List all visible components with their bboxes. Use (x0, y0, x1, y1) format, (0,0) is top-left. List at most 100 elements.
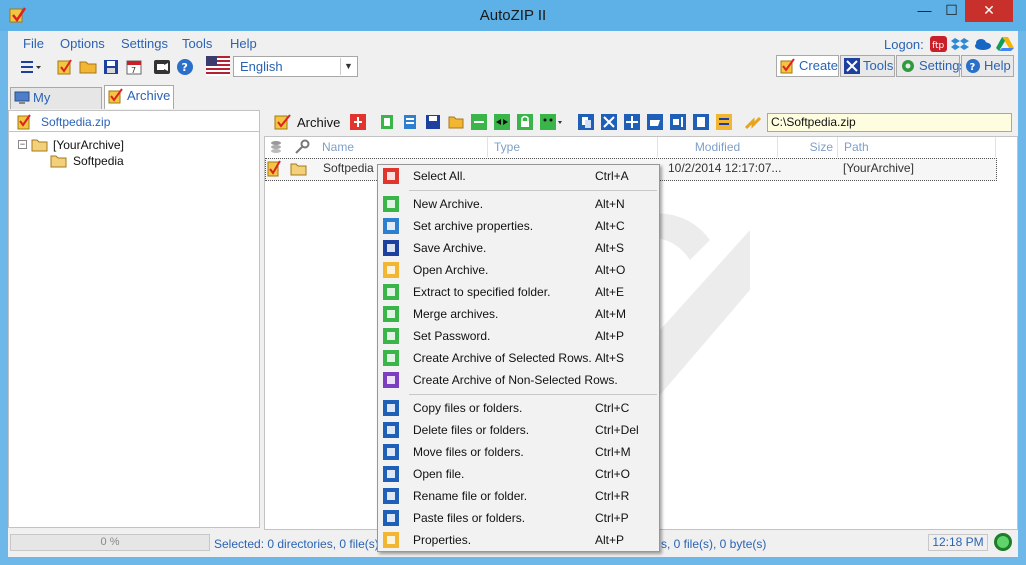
dropbox-icon[interactable] (951, 36, 969, 52)
chevron-down-icon[interactable]: ▼ (340, 58, 356, 75)
context-menu-item-label: Create Archive of Non-Selected Rows. (413, 373, 618, 387)
context-menu-item[interactable]: Properties. Alt+P (379, 529, 658, 551)
context-menu-item[interactable]: Create Archive of Non-Selected Rows. (379, 369, 658, 391)
context-menu-item-shortcut: Ctrl+Del (595, 423, 639, 437)
archive-properties-icon[interactable] (402, 114, 420, 132)
extract-icon (383, 284, 399, 300)
menu-file[interactable]: File (23, 35, 44, 53)
context-menu-item[interactable]: Open Archive. Alt+O (379, 259, 658, 281)
window-title: AutoZIP II (479, 7, 547, 24)
column-header-name[interactable]: Name (316, 137, 488, 157)
archive-path-field[interactable]: C:\Softpedia.zip (767, 113, 1012, 132)
video-icon[interactable] (153, 58, 171, 76)
stack-icon (268, 139, 284, 155)
open-folder-icon[interactable] (79, 58, 97, 76)
context-menu-item-label: New Archive. (413, 197, 484, 211)
context-menu-item[interactable]: Set archive properties. Alt+C (379, 215, 658, 237)
help-icon[interactable]: ? (176, 58, 194, 76)
merge-icon (383, 306, 399, 322)
new-archive-icon[interactable] (56, 58, 74, 76)
context-menu-item[interactable]: Delete files or folders. Ctrl+Del (379, 419, 658, 441)
menu-help[interactable]: Help (230, 35, 257, 53)
move-icon[interactable] (624, 114, 642, 132)
svg-text:?: ? (182, 61, 188, 74)
list-view-icon[interactable] (20, 58, 41, 76)
merge-icon[interactable] (494, 114, 512, 132)
context-menu-item-label: Save Archive. (413, 241, 487, 255)
delete-icon (383, 422, 399, 438)
column-header-modified[interactable]: Modified (658, 137, 778, 157)
context-menu-item[interactable]: Move files or folders. Ctrl+M (379, 441, 658, 463)
context-menu-item[interactable]: Merge archives. Alt+M (379, 303, 658, 325)
tab-tools[interactable]: Tools (840, 55, 895, 77)
tab-my-computer[interactable]: My Computer (10, 87, 102, 125)
context-menu-item-shortcut: Alt+C (595, 219, 625, 233)
context-menu-item[interactable]: Open file. Ctrl+O (379, 463, 658, 485)
save-icon (383, 240, 399, 256)
select-all-icon[interactable] (350, 114, 368, 132)
context-menu-item-shortcut: Alt+N (595, 197, 625, 211)
tab-settings[interactable]: Settings (896, 55, 966, 77)
context-menu-item[interactable]: Save Archive. Alt+S (379, 237, 658, 259)
tab-help[interactable]: ? Help (961, 55, 1014, 77)
context-menu-item-label: Move files or folders. (413, 445, 524, 459)
column-header-size[interactable]: Size (778, 137, 838, 157)
menu-tools[interactable]: Tools (182, 35, 212, 53)
onedrive-icon[interactable] (973, 36, 991, 52)
ftp-icon[interactable]: ftp (930, 36, 948, 52)
paste-icon[interactable] (693, 114, 711, 132)
column-header-type[interactable]: Type (488, 137, 658, 157)
column-header-path[interactable]: Path (838, 137, 996, 157)
context-menu-item[interactable]: Rename file or folder. Ctrl+R (379, 485, 658, 507)
row-path: [YourArchive] (843, 161, 914, 175)
tree-item-softpedia[interactable]: Softpedia (73, 154, 124, 168)
context-menu-item-shortcut: Ctrl+A (595, 169, 629, 183)
context-menu-item[interactable]: Copy files or folders. Ctrl+C (379, 397, 658, 419)
context-menu-item-label: Delete files or folders. (413, 423, 530, 437)
open-file-icon[interactable] (647, 114, 665, 132)
context-menu-item[interactable]: Select All. Ctrl+A (379, 165, 658, 187)
new-archive-icon[interactable] (379, 114, 397, 132)
open-folder-icon[interactable] (448, 114, 466, 132)
google-drive-icon[interactable] (996, 36, 1014, 52)
context-menu-item-label: Select All. (413, 169, 466, 183)
archive-tree (8, 132, 260, 528)
tab-create[interactable]: Create (776, 55, 839, 77)
tab-settings-label: Settings (919, 58, 966, 73)
rename-icon[interactable] (670, 114, 688, 132)
close-button[interactable]: ✕ (965, 0, 1013, 22)
row-modified: 10/2/2014 12:17:07... (668, 161, 782, 175)
logon-label: Logon: (884, 37, 924, 52)
go-up-icon[interactable] (744, 114, 762, 132)
create-selected-icon[interactable] (540, 114, 562, 132)
lock-icon[interactable] (517, 114, 535, 132)
extract-icon[interactable] (471, 114, 489, 132)
context-menu-item-label: Merge archives. (413, 307, 499, 321)
menu-settings[interactable]: Settings (121, 35, 168, 53)
menu-options[interactable]: Options (60, 35, 105, 53)
save-icon[interactable] (425, 114, 443, 132)
calendar-icon[interactable]: 7 (125, 58, 143, 76)
minimize-button[interactable]: — (911, 0, 938, 22)
save-icon[interactable] (102, 58, 120, 76)
tree-toggle[interactable]: − (18, 140, 27, 149)
status-selected-right: s, 0 file(s), 0 byte(s) (661, 537, 767, 551)
context-menu-item-shortcut: Alt+P (595, 533, 625, 547)
archive-file-name[interactable]: Softpedia.zip (41, 115, 110, 129)
delete-icon[interactable] (601, 114, 619, 132)
archive-row-icon (266, 160, 282, 178)
tree-item-root[interactable]: [YourArchive] (53, 138, 124, 152)
copy-icon[interactable] (578, 114, 596, 132)
context-menu-item[interactable]: Set Password. Alt+P (379, 325, 658, 347)
tab-archive[interactable]: Archive (104, 85, 174, 109)
properties-icon[interactable] (716, 114, 734, 132)
context-menu-item[interactable]: Paste files or folders. Ctrl+P (379, 507, 658, 529)
context-menu-item[interactable]: Create Archive of Selected Rows. Alt+S (379, 347, 658, 369)
archive-icon (108, 88, 124, 104)
maximize-button[interactable]: ☐ (938, 0, 965, 22)
gear-icon (900, 58, 916, 74)
context-menu-item[interactable]: Extract to specified folder. Alt+E (379, 281, 658, 303)
tab-create-label: Create (799, 58, 839, 73)
move-icon (383, 444, 399, 460)
context-menu-item[interactable]: New Archive. Alt+N (379, 193, 658, 215)
